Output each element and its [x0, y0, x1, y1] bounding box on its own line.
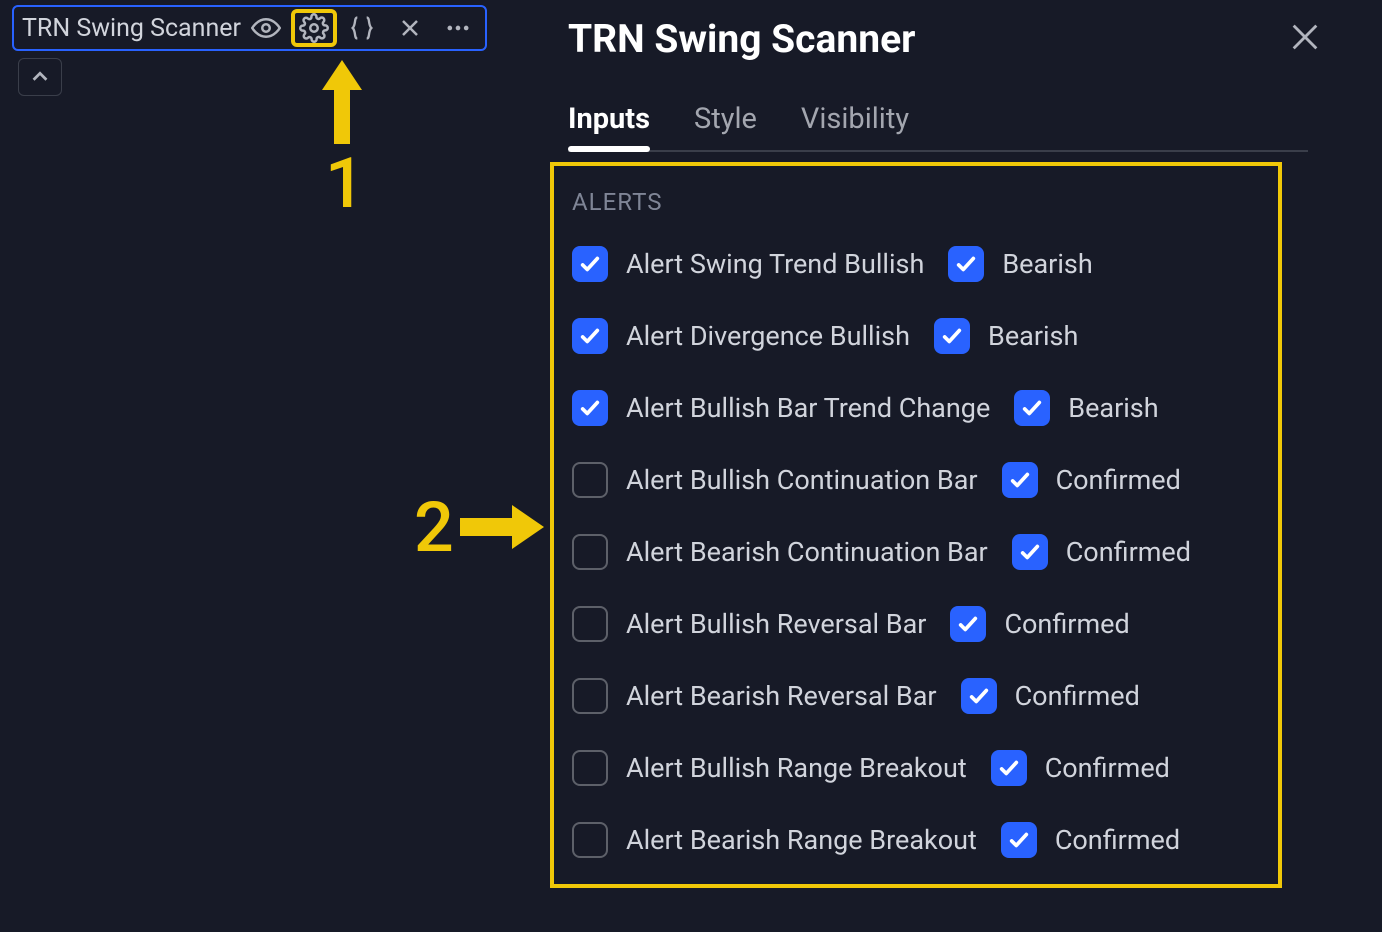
- annotation-arrow-2: [460, 505, 544, 549]
- alert-row: Alert Bullish Range Breakout Confirmed: [572, 750, 1260, 786]
- visibility-icon[interactable]: [243, 9, 289, 47]
- annotation-arrow-1: [322, 60, 362, 144]
- checkbox-secondary[interactable]: [961, 678, 997, 714]
- checkbox-secondary[interactable]: [1012, 534, 1048, 570]
- alert-row: Alert Bearish Range Breakout Confirmed: [572, 822, 1260, 858]
- alert-label-secondary: Confirmed: [1066, 536, 1191, 568]
- alert-row: Alert Bullish Bar Trend Change Bearish: [572, 390, 1260, 426]
- indicator-title: TRN Swing Scanner: [22, 14, 241, 43]
- alert-label-secondary: Bearish: [1002, 248, 1092, 280]
- annotation-number-2: 2: [414, 487, 454, 569]
- alert-label-primary: Alert Bearish Range Breakout: [626, 824, 977, 856]
- checkbox-primary[interactable]: [572, 318, 608, 354]
- tab-inputs[interactable]: Inputs: [568, 102, 650, 136]
- checkbox-secondary[interactable]: [991, 750, 1027, 786]
- indicator-chip: TRN Swing Scanner: [12, 5, 487, 51]
- alert-row: Alert Bearish Continuation Bar Confirmed: [572, 534, 1260, 570]
- alert-row: Alert Swing Trend Bullish Bearish: [572, 246, 1260, 282]
- alert-label-primary: Alert Swing Trend Bullish: [626, 248, 924, 280]
- alert-label-primary: Alert Bullish Continuation Bar: [626, 464, 978, 496]
- settings-icon[interactable]: [291, 9, 337, 47]
- alert-row: Alert Bullish Reversal Bar Confirmed: [572, 606, 1260, 642]
- alert-label-primary: Alert Bearish Continuation Bar: [626, 536, 988, 568]
- checkbox-secondary[interactable]: [948, 246, 984, 282]
- section-header: ALERTS: [572, 188, 1260, 216]
- checkbox-primary[interactable]: [572, 246, 608, 282]
- alert-label-secondary: Confirmed: [1056, 464, 1181, 496]
- alert-label-secondary: Bearish: [1068, 392, 1158, 424]
- checkbox-secondary[interactable]: [1014, 390, 1050, 426]
- alert-label-primary: Alert Bullish Range Breakout: [626, 752, 967, 784]
- alert-label-primary: Alert Bullish Bar Trend Change: [626, 392, 990, 424]
- checkbox-primary[interactable]: [572, 678, 608, 714]
- checkbox-primary[interactable]: [572, 606, 608, 642]
- collapse-button[interactable]: [18, 58, 62, 96]
- checkbox-secondary[interactable]: [1001, 822, 1037, 858]
- alert-row: Alert Divergence Bullish Bearish: [572, 318, 1260, 354]
- remove-icon[interactable]: [387, 9, 433, 47]
- tab-visibility[interactable]: Visibility: [801, 102, 909, 136]
- alerts-section: ALERTS Alert Swing Trend BullishBearishA…: [550, 162, 1282, 888]
- checkbox-secondary[interactable]: [950, 606, 986, 642]
- checkbox-primary[interactable]: [572, 750, 608, 786]
- tab-style[interactable]: Style: [694, 102, 757, 136]
- alert-label-secondary: Confirmed: [1055, 824, 1180, 856]
- settings-panel: TRN Swing Scanner Inputs Style Visibilit…: [556, 0, 1382, 932]
- checkbox-secondary[interactable]: [1002, 462, 1038, 498]
- alert-label-secondary: Bearish: [988, 320, 1078, 352]
- alert-row: Alert Bullish Continuation Bar Confirmed: [572, 462, 1260, 498]
- alert-label-secondary: Confirmed: [1004, 608, 1129, 640]
- checkbox-primary[interactable]: [572, 822, 608, 858]
- more-icon[interactable]: [435, 9, 481, 47]
- tabs: Inputs Style Visibility: [568, 102, 1308, 152]
- checkbox-primary[interactable]: [572, 534, 608, 570]
- alert-label-secondary: Confirmed: [1015, 680, 1140, 712]
- alert-label-primary: Alert Bearish Reversal Bar: [626, 680, 937, 712]
- source-code-icon[interactable]: [339, 9, 385, 47]
- close-icon[interactable]: [1288, 20, 1322, 54]
- checkbox-secondary[interactable]: [934, 318, 970, 354]
- alert-label-secondary: Confirmed: [1045, 752, 1170, 784]
- checkbox-primary[interactable]: [572, 462, 608, 498]
- panel-title: TRN Swing Scanner: [568, 16, 1382, 62]
- alert-row: Alert Bearish Reversal Bar Confirmed: [572, 678, 1260, 714]
- alert-label-primary: Alert Bullish Reversal Bar: [626, 608, 926, 640]
- alert-label-primary: Alert Divergence Bullish: [626, 320, 910, 352]
- checkbox-primary[interactable]: [572, 390, 608, 426]
- annotation-number-1: 1: [325, 143, 365, 225]
